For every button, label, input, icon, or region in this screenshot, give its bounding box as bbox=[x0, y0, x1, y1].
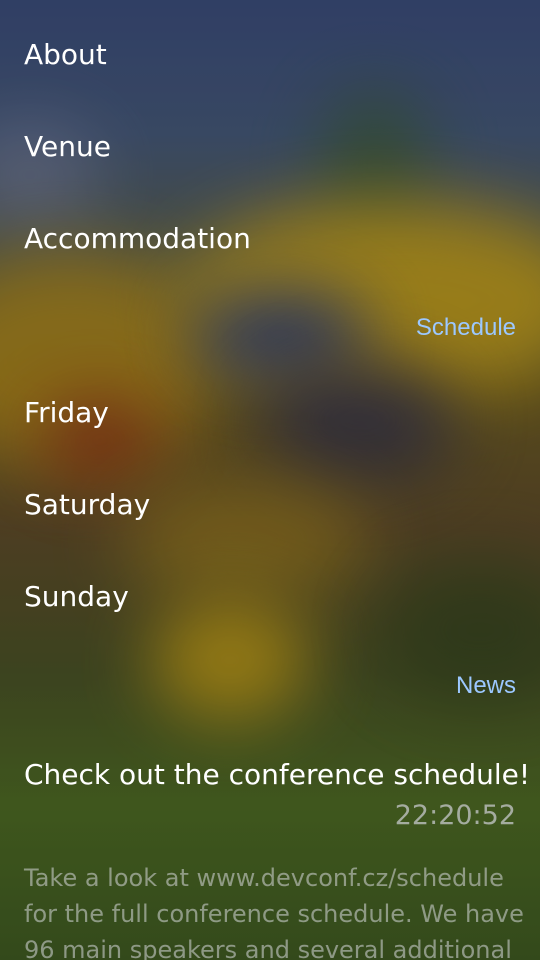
news-section-header: News bbox=[455, 672, 516, 699]
schedule-item-sunday[interactable]: Sunday bbox=[24, 579, 129, 615]
menu-item-about[interactable]: About bbox=[24, 37, 107, 73]
schedule-item-friday[interactable]: Friday bbox=[24, 395, 109, 431]
news-item-title[interactable]: Check out the conference schedule! bbox=[24, 757, 530, 793]
schedule-item-saturday[interactable]: Saturday bbox=[24, 487, 150, 523]
main-page: About Venue Accommodation Schedule Frida… bbox=[0, 0, 540, 960]
news-item-time: 22:20:52 bbox=[394, 800, 516, 831]
menu-item-venue[interactable]: Venue bbox=[24, 129, 111, 165]
news-item-body: Take a look at www.devconf.cz/schedule f… bbox=[24, 864, 524, 960]
schedule-section-header: Schedule bbox=[415, 314, 516, 341]
menu-item-accommodation[interactable]: Accommodation bbox=[24, 221, 251, 257]
